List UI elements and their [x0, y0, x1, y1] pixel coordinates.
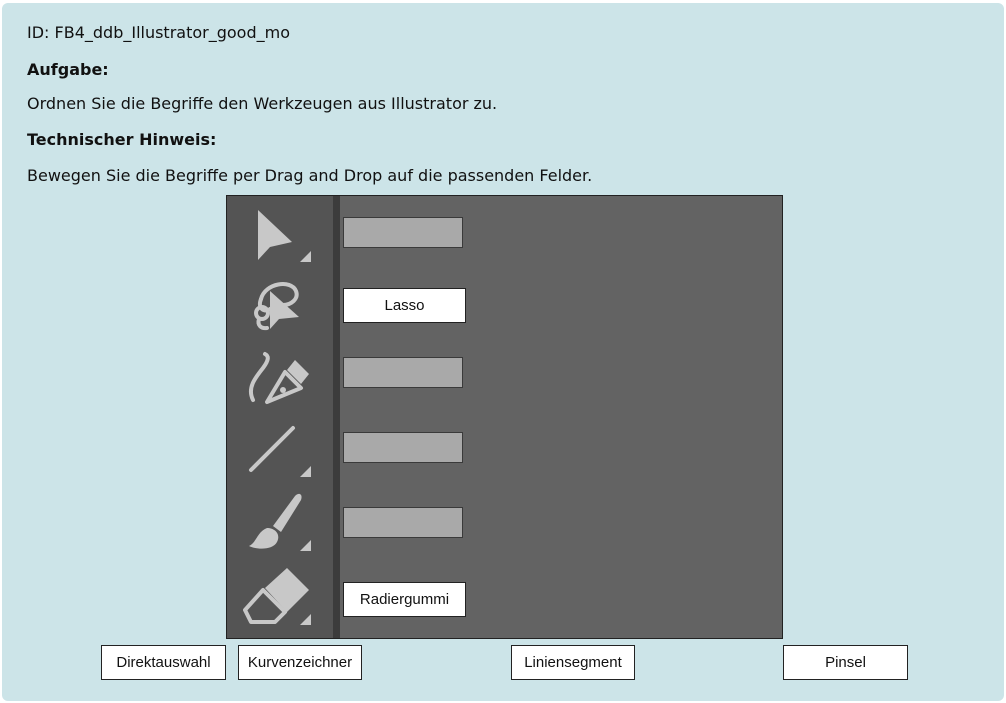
hint-heading: Technischer Hinweis:: [27, 130, 217, 149]
term-liniensegment[interactable]: Liniensegment: [511, 645, 635, 680]
eraser-icon: [239, 564, 315, 630]
dropslot-line-segment[interactable]: [343, 432, 463, 463]
term-pinsel[interactable]: Pinsel: [783, 645, 908, 680]
dropslot-paintbrush[interactable]: [343, 507, 463, 538]
dropslot-lasso[interactable]: Lasso: [343, 288, 466, 323]
illustrator-toolbar-canvas: Lasso Radiergummi: [226, 195, 783, 639]
term-kurvenzeichner[interactable]: Kurvenzeichner: [238, 645, 362, 680]
question-id: ID: FB4_ddb_Illustrator_good_mo: [27, 23, 290, 42]
task-text: Ordnen Sie die Begriffe den Werkzeugen a…: [27, 94, 498, 113]
lasso-icon: [239, 273, 315, 339]
dropslot-selection[interactable]: [343, 217, 463, 248]
line-segment-icon: [239, 416, 315, 482]
tool-strip: [227, 196, 333, 638]
term-direktauswahl[interactable]: Direktauswahl: [101, 645, 226, 680]
toolbar-divider: [333, 196, 340, 638]
dropslot-curvature[interactable]: [343, 357, 463, 388]
selection-arrow-icon: [239, 202, 315, 268]
dropslot-eraser[interactable]: Radiergummi: [343, 582, 466, 617]
task-heading: Aufgabe:: [27, 60, 109, 79]
hint-text: Bewegen Sie die Begriffe per Drag and Dr…: [27, 166, 593, 185]
curvature-pen-icon: [239, 344, 315, 410]
paintbrush-icon: [239, 490, 315, 556]
